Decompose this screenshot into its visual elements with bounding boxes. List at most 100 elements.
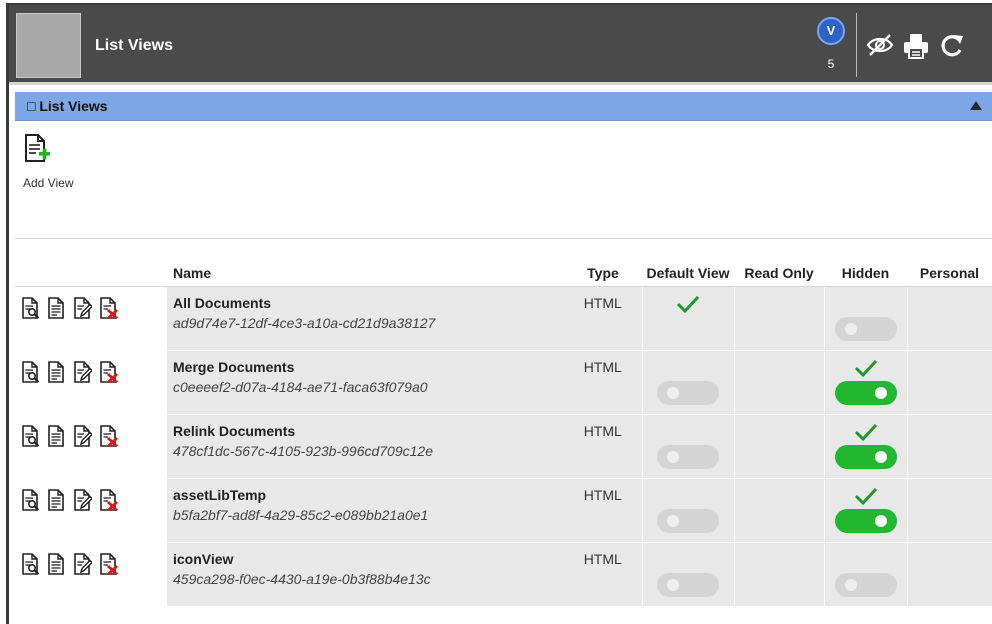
hidden-cell: [823, 286, 907, 351]
notification-badge[interactable]: V 5: [817, 17, 847, 77]
type-header[interactable]: Type: [564, 239, 642, 287]
default-view-cell: [641, 350, 734, 415]
page-title: List Views: [95, 37, 173, 54]
hidden-toggle[interactable]: [834, 380, 897, 405]
default-view-header[interactable]: Default View: [642, 239, 734, 287]
personal-cell: [906, 478, 992, 543]
view-name[interactable]: assetLibTemp: [173, 487, 564, 503]
edit-icon[interactable]: [73, 552, 93, 575]
view-id: b5fa2bf7-ad8f-4a29-85c2-e089bb21a0e1: [173, 506, 429, 523]
table-header-row: Name Type Default View Read Only Hidden …: [15, 239, 992, 287]
view-details-icon[interactable]: [21, 296, 40, 319]
read-only-cell: [733, 350, 824, 415]
type-cell: HTML: [564, 350, 642, 415]
name-cell: All Documents ad9d74e7-12df-4ce3-a10a-cd2…: [167, 286, 564, 351]
hidden-toggle[interactable]: [834, 444, 897, 469]
view-details-icon[interactable]: [21, 552, 40, 575]
section-toolbar: Add View: [15, 121, 992, 239]
default-view-toggle[interactable]: [657, 444, 719, 469]
default-view-cell: [641, 286, 734, 351]
table-row: assetLibTemp b5fa2bf7-ad8f-4a29-85c2-e089…: [15, 478, 992, 543]
table-row: Merge Documents c0eeeef2-d07a-4184-ae71-f…: [15, 350, 992, 415]
personal-cell: [906, 542, 992, 607]
toggle-knob: [844, 578, 857, 591]
type-cell: HTML: [564, 414, 642, 479]
add-view-button[interactable]: Add View: [23, 133, 93, 190]
row-actions: [15, 542, 167, 607]
hide-icon[interactable]: [865, 33, 895, 62]
edit-icon[interactable]: [73, 296, 93, 319]
view-name[interactable]: Relink Documents: [173, 423, 564, 439]
document-icon[interactable]: [47, 296, 66, 319]
list-views-section-header[interactable]: □ List Views: [15, 92, 992, 121]
app-logo: [16, 13, 81, 78]
edit-icon[interactable]: [73, 424, 93, 447]
notification-count: 5: [827, 57, 835, 71]
toolbar-divider: [856, 13, 857, 77]
personal-cell: [906, 414, 992, 479]
view-name[interactable]: Merge Documents: [173, 359, 564, 375]
row-actions: [15, 414, 167, 479]
personal-header[interactable]: Personal: [907, 239, 992, 287]
read-only-cell: [733, 414, 824, 479]
delete-icon[interactable]: [99, 552, 118, 576]
delete-icon[interactable]: [99, 424, 118, 448]
hidden-toggle[interactable]: [834, 508, 897, 533]
name-cell: assetLibTemp b5fa2bf7-ad8f-4a29-85c2-e089…: [167, 478, 564, 543]
hidden-cell: [823, 478, 907, 543]
document-icon[interactable]: [47, 552, 66, 575]
app-frame: List Views V 5 □ List Views Add View Nam…: [6, 3, 992, 624]
row-actions: [15, 350, 167, 415]
check-icon: [854, 359, 877, 377]
toggle-knob: [874, 386, 887, 399]
name-cell: iconView 459ca298-f0ec-4430-a19e-0b3f88b4…: [167, 542, 564, 607]
check-icon: [854, 423, 877, 441]
toggle-knob: [667, 578, 679, 591]
hidden-toggle[interactable]: [834, 572, 897, 597]
toggle-knob: [667, 514, 679, 527]
toggle-knob: [844, 322, 857, 335]
hidden-toggle[interactable]: [834, 316, 897, 341]
table-row: Relink Documents 478cf1dc-567c-4105-923b-…: [15, 414, 992, 479]
toggle-knob: [667, 450, 679, 463]
table-row: iconView 459ca298-f0ec-4430-a19e-0b3f88b4…: [15, 542, 992, 607]
view-name[interactable]: iconView: [173, 551, 564, 567]
document-icon[interactable]: [47, 360, 66, 383]
add-document-icon: [23, 134, 51, 169]
name-header[interactable]: Name: [167, 239, 564, 287]
default-view-toggle[interactable]: [657, 380, 719, 405]
list-views-table: Name Type Default View Read Only Hidden …: [15, 239, 992, 607]
default-view-toggle[interactable]: [657, 508, 719, 533]
check-icon: [854, 487, 877, 505]
view-id: ad9d74e7-12df-4ce3-a10a-cd21d9a38127: [173, 314, 436, 331]
type-cell: HTML: [564, 542, 642, 607]
actions-header: [15, 239, 167, 287]
toggle-knob: [874, 514, 887, 527]
delete-icon[interactable]: [99, 296, 118, 320]
hidden-cell: [823, 542, 907, 607]
toggle-knob: [667, 386, 679, 399]
view-name[interactable]: All Documents: [173, 295, 564, 311]
default-view-toggle[interactable]: [657, 572, 719, 597]
add-view-label: Add View: [23, 176, 74, 190]
delete-icon[interactable]: [99, 488, 118, 512]
print-icon[interactable]: [903, 33, 929, 64]
view-details-icon[interactable]: [21, 360, 40, 383]
view-details-icon[interactable]: [21, 424, 40, 447]
view-details-icon[interactable]: [21, 488, 40, 511]
name-cell: Relink Documents 478cf1dc-567c-4105-923b-…: [167, 414, 564, 479]
document-icon[interactable]: [47, 424, 66, 447]
delete-icon[interactable]: [99, 360, 118, 384]
hidden-header[interactable]: Hidden: [824, 239, 907, 287]
document-icon[interactable]: [47, 488, 66, 511]
read-only-cell: [733, 542, 824, 607]
refresh-icon[interactable]: [939, 33, 965, 64]
edit-icon[interactable]: [73, 360, 93, 383]
type-cell: HTML: [564, 478, 642, 543]
default-view-cell: [641, 542, 734, 607]
section-title: □ List Views: [27, 98, 108, 114]
edit-icon[interactable]: [73, 488, 93, 511]
notification-avatar[interactable]: V: [817, 17, 845, 45]
collapse-arrow-icon[interactable]: [970, 101, 982, 110]
read-only-header[interactable]: Read Only: [734, 239, 824, 287]
